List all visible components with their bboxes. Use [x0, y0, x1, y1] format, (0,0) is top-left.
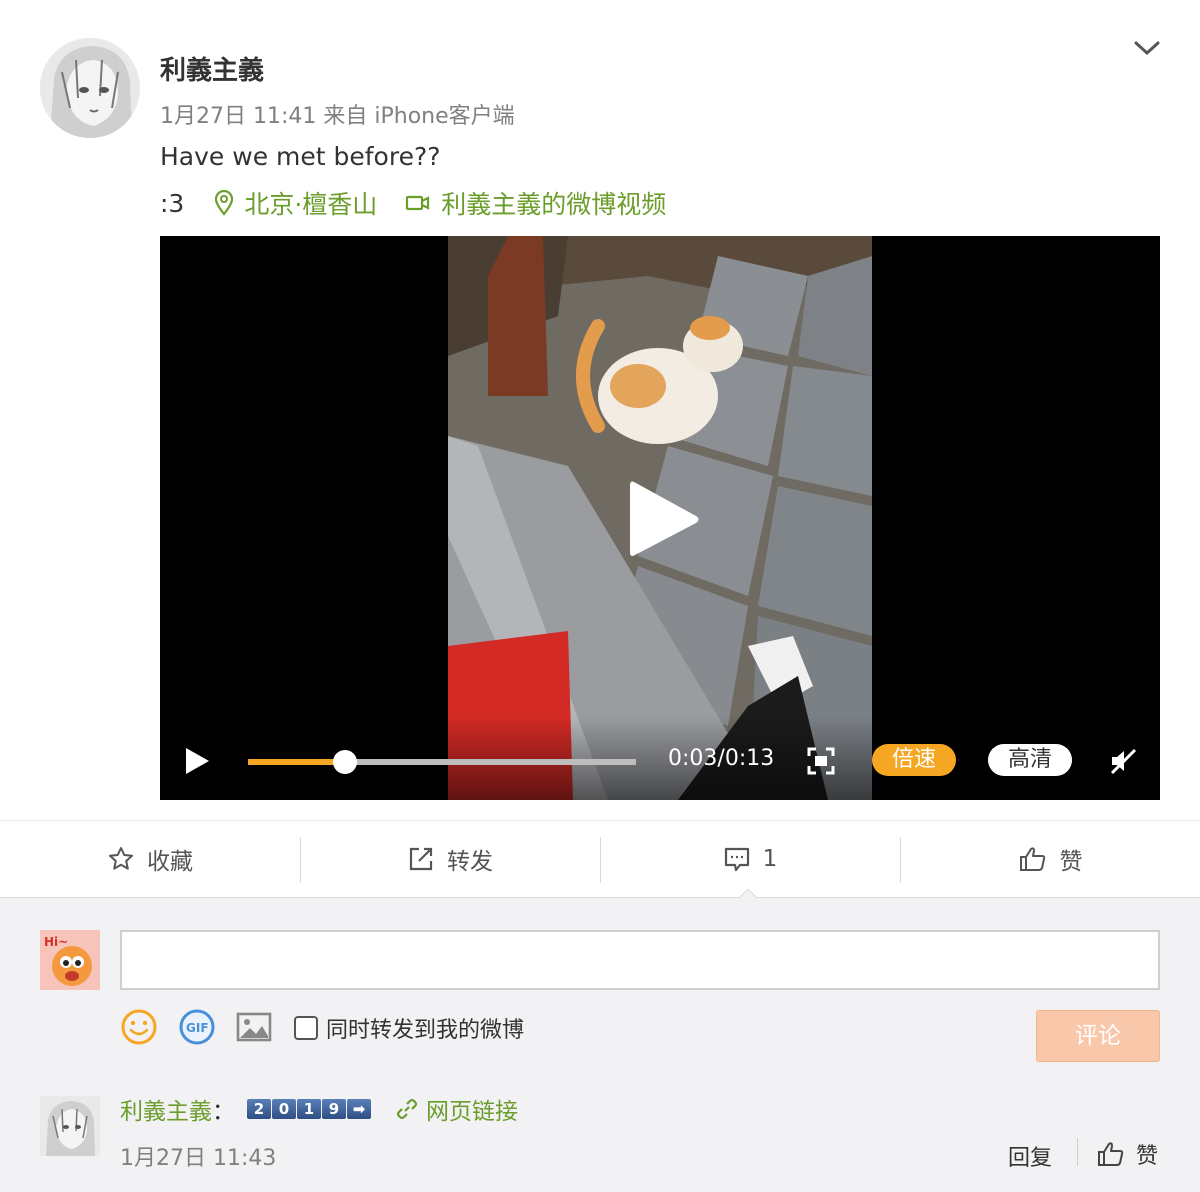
comment-panel: Hi~ GIF 同时转发到我的微博 评论 利義主義 ： 2 0 1 9 ➡ 网页… — [0, 898, 1200, 1192]
web-link-label: 网页链接 — [426, 1099, 518, 1125]
weibo-post: 利義主義 1月27日 11:41 来自 iPhone客户端 Have we me… — [0, 0, 1200, 820]
favorite-label: 收藏 — [147, 849, 193, 875]
like-label: 赞 — [1059, 849, 1083, 875]
reply-button[interactable]: 回复 — [1008, 1140, 1052, 1172]
post-meta: 1月27日 11:41 来自 iPhone客户端 — [160, 104, 515, 129]
forward-checkbox[interactable] — [294, 1016, 318, 1040]
badge-char: 0 — [272, 1099, 296, 1119]
comment-icon — [724, 847, 749, 872]
year-badge: 2 0 1 9 ➡ — [247, 1099, 372, 1119]
action-bar: 收藏 转发 1 赞 — [0, 820, 1200, 898]
badge-char: ➡ — [347, 1099, 371, 1119]
link-icon — [396, 1098, 418, 1120]
image-icon[interactable] — [235, 1008, 273, 1046]
author-avatar[interactable] — [40, 38, 140, 138]
share-icon — [409, 847, 433, 871]
comment-colon: ： — [212, 1099, 235, 1125]
comment-content: 利義主義 ： 2 0 1 9 ➡ 网页链接 — [120, 1092, 518, 1126]
author-name[interactable]: 利義主義 — [160, 50, 264, 87]
divider — [1077, 1138, 1078, 1166]
forward-label: 同时转发到我的微博 — [326, 1018, 525, 1043]
my-avatar[interactable]: Hi~ — [40, 930, 100, 990]
thumbs-up-icon — [1019, 847, 1045, 871]
favorite-button[interactable]: 收藏 — [0, 821, 300, 897]
comment-like-label: 赞 — [1136, 1144, 1159, 1169]
commenter-name[interactable]: 利義主義 — [120, 1092, 212, 1126]
thumbs-up-icon — [1098, 1142, 1124, 1166]
repost-button[interactable]: 转发 — [300, 821, 600, 897]
playback-speed-button[interactable]: 倍速 — [872, 744, 956, 776]
location-link[interactable]: 北京·檀香山 — [214, 185, 377, 221]
repost-label: 转发 — [447, 849, 493, 875]
video-source-label: 利義主義的微博视频 — [441, 190, 667, 219]
forward-option[interactable]: 同时转发到我的微博 — [294, 1012, 524, 1044]
comment-like-button[interactable]: 赞 — [1096, 1138, 1158, 1170]
quality-button[interactable]: 高清 — [988, 744, 1072, 776]
video-player[interactable]: 0:03/0:13 倍速 高清 — [160, 236, 1160, 800]
comment-time: 1月27日 11:43 — [120, 1146, 277, 1171]
post-text: Have we met before?? — [160, 142, 441, 171]
video-camera-icon — [406, 195, 430, 211]
commenter-avatar[interactable] — [40, 1096, 100, 1156]
gif-icon[interactable]: GIF — [178, 1008, 216, 1046]
badge-char: 9 — [322, 1099, 346, 1119]
web-link[interactable]: 网页链接 — [396, 1092, 518, 1126]
post-extras: :3 北京·檀香山 利義主義的微博视频 — [160, 186, 666, 220]
comment-count: 1 — [762, 846, 778, 872]
fullscreen-icon[interactable] — [806, 746, 836, 776]
badge-char: 2 — [247, 1099, 271, 1119]
play-icon[interactable] — [182, 745, 212, 777]
location-pin-icon — [215, 190, 234, 216]
emoji-icon[interactable] — [120, 1008, 158, 1046]
star-icon — [109, 847, 133, 870]
progress-knob[interactable] — [333, 750, 357, 774]
svg-text:Hi~: Hi~ — [44, 935, 68, 949]
post-emoticon: :3 — [160, 188, 185, 218]
like-button[interactable]: 赞 — [900, 821, 1200, 897]
mute-icon[interactable] — [1108, 746, 1138, 776]
progress-bar[interactable] — [248, 750, 636, 774]
comment-button[interactable]: 1 — [600, 821, 900, 897]
video-source-link[interactable]: 利義主義的微博视频 — [405, 185, 666, 221]
chevron-down-icon[interactable] — [1132, 36, 1162, 60]
badge-char: 1 — [297, 1099, 321, 1119]
comment-input[interactable] — [120, 930, 1160, 990]
progress-fill — [248, 759, 345, 765]
submit-comment-button[interactable]: 评论 — [1036, 1010, 1160, 1062]
playback-time: 0:03/0:13 — [668, 746, 775, 771]
svg-text:GIF: GIF — [186, 1021, 209, 1035]
play-overlay-icon[interactable] — [626, 476, 702, 562]
location-label: 北京·檀香山 — [244, 190, 378, 219]
